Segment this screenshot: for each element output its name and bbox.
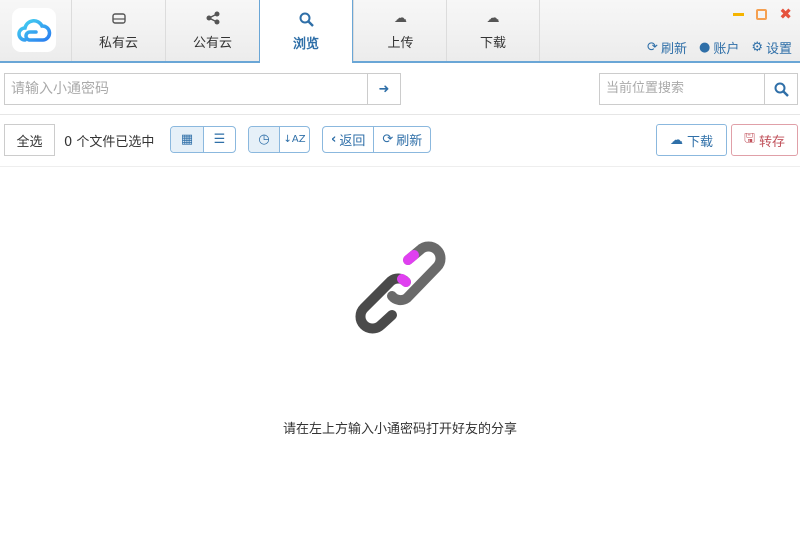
divider: [0, 114, 800, 115]
save-icon: 🖫: [743, 131, 756, 146]
refresh-icon: ⟳: [647, 40, 658, 55]
user-icon: ●: [698, 40, 711, 55]
back-button[interactable]: ‹ 返回: [323, 127, 373, 152]
save-to-cloud-button[interactable]: 🖫 转存: [731, 124, 798, 156]
tab-browse[interactable]: 浏览: [259, 0, 353, 63]
account-button[interactable]: ● 账户: [699, 38, 739, 57]
sort-alpha-icon: ↓AZ: [283, 134, 306, 145]
grid-icon: ▦: [180, 132, 194, 147]
chevron-left-icon: ‹: [331, 132, 337, 147]
arrow-right-icon: ➜: [378, 81, 390, 97]
cloud-download-icon: ☁: [669, 132, 683, 148]
tab-upload[interactable]: ☁ 上传: [353, 0, 447, 61]
location-search-input[interactable]: 当前位置搜索: [599, 73, 765, 105]
sort-by-time-button[interactable]: ◷: [249, 127, 279, 152]
clock-icon: ◷: [258, 132, 270, 147]
sort-by-name-button[interactable]: ↓AZ: [279, 127, 309, 152]
refresh-label: 刷新: [396, 134, 423, 149]
minimize-button[interactable]: [733, 12, 745, 16]
refresh-label: 刷新: [660, 42, 687, 57]
tab-download[interactable]: ☁ 下载: [446, 0, 540, 61]
title-bar: 私有云 公有云 浏览 ☁ 上传 ☁ 下载 ✖ ⟳ 刷新 ● 账户 ⚙ 设置: [0, 0, 800, 63]
settings-button[interactable]: ⚙ 设置: [751, 38, 792, 57]
search-icon: [299, 11, 314, 27]
tab-label: 公有云: [192, 36, 232, 51]
tab-label: 下载: [479, 36, 506, 51]
list-icon: ☰: [213, 132, 226, 147]
hdd-icon: [111, 10, 126, 26]
cloud-download-icon: ☁: [486, 10, 500, 26]
tab-label: 浏览: [292, 37, 319, 52]
app-logo: [12, 8, 56, 52]
share-icon: [206, 10, 220, 26]
select-all-button[interactable]: 全选: [4, 124, 55, 156]
refresh-button[interactable]: ⟳ 刷新: [647, 38, 687, 57]
close-button[interactable]: ✖: [779, 7, 792, 22]
share-code-input[interactable]: 请输入小通密码: [4, 73, 368, 105]
settings-label: 设置: [765, 42, 792, 57]
download-label: 下载: [686, 134, 713, 150]
search-button[interactable]: [764, 73, 798, 105]
refresh-list-button[interactable]: ⟳ 刷新: [373, 127, 430, 152]
divider: [0, 166, 800, 167]
account-label: 账户: [713, 42, 740, 57]
tab-label: 私有云: [98, 36, 138, 51]
broken-link-icon: [355, 241, 446, 334]
selected-count: 0 个文件已选中: [64, 135, 155, 150]
download-button[interactable]: ☁ 下载: [656, 124, 727, 156]
cloud-upload-icon: ☁: [394, 10, 407, 26]
gear-icon: ⚙: [751, 40, 763, 55]
go-button[interactable]: ➜: [367, 73, 401, 105]
save-label: 转存: [759, 134, 786, 150]
nav-group: ‹ 返回 ⟳ 刷新: [322, 126, 432, 153]
refresh-icon: ⟳: [382, 132, 394, 147]
view-toggle: ▦ ☰: [170, 126, 236, 153]
empty-state-message: 请在左上方输入小通密码打开好友的分享: [282, 422, 517, 437]
search-icon: [774, 82, 789, 97]
tab-label: 上传: [387, 36, 414, 51]
tab-public-cloud[interactable]: 公有云: [165, 0, 259, 61]
sort-toggle: ◷ ↓AZ: [248, 126, 310, 153]
tab-private-cloud[interactable]: 私有云: [71, 0, 165, 61]
maximize-button[interactable]: [756, 8, 768, 20]
list-view-button[interactable]: ☰: [203, 127, 235, 152]
grid-view-button[interactable]: ▦: [171, 127, 203, 152]
back-label: 返回: [339, 134, 366, 149]
